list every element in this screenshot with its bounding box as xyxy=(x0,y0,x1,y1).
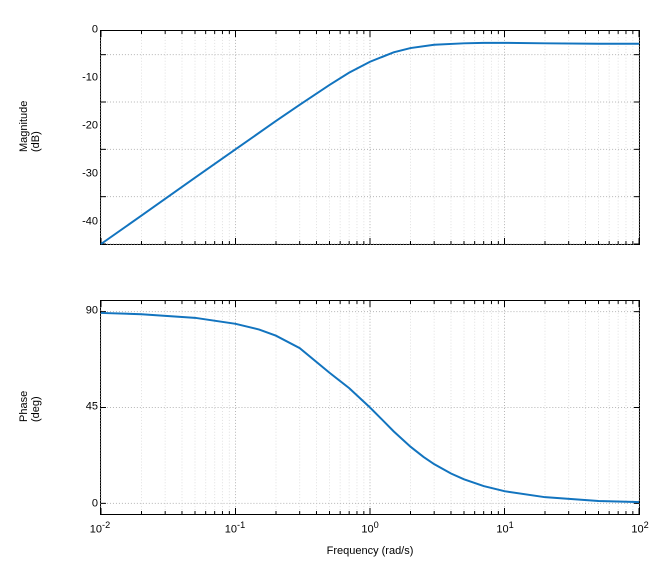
x-tick-1e2: 102 xyxy=(631,520,648,536)
phase-tick-90: 90 xyxy=(38,306,98,317)
x-tick-1em2: 10-2 xyxy=(90,520,110,536)
frequency-xlabel: Frequency (rad/s) xyxy=(100,545,640,557)
x-tick-1em1: 10-1 xyxy=(225,520,245,536)
magnitude-ylabel: Magnitude (dB) xyxy=(18,132,42,152)
phase-svg xyxy=(101,301,639,514)
mag-tick-m10: -10 xyxy=(38,73,98,84)
phase-tick-45: 45 xyxy=(38,402,98,413)
mag-tick-m40: -40 xyxy=(38,217,98,228)
figure-canvas: Magnitude (dB) Phase (deg) Frequency (ra… xyxy=(0,0,663,582)
x-tick-1e1: 101 xyxy=(496,520,513,536)
mag-tick-0: 0 xyxy=(38,25,98,36)
magnitude-svg xyxy=(101,31,639,244)
phase-plot xyxy=(100,300,640,515)
phase-tick-0: 0 xyxy=(38,499,98,510)
mag-tick-m30: -30 xyxy=(38,169,98,180)
magnitude-plot xyxy=(100,30,640,245)
mag-tick-m20: -20 xyxy=(38,121,98,132)
x-tick-1e0: 100 xyxy=(361,520,378,536)
